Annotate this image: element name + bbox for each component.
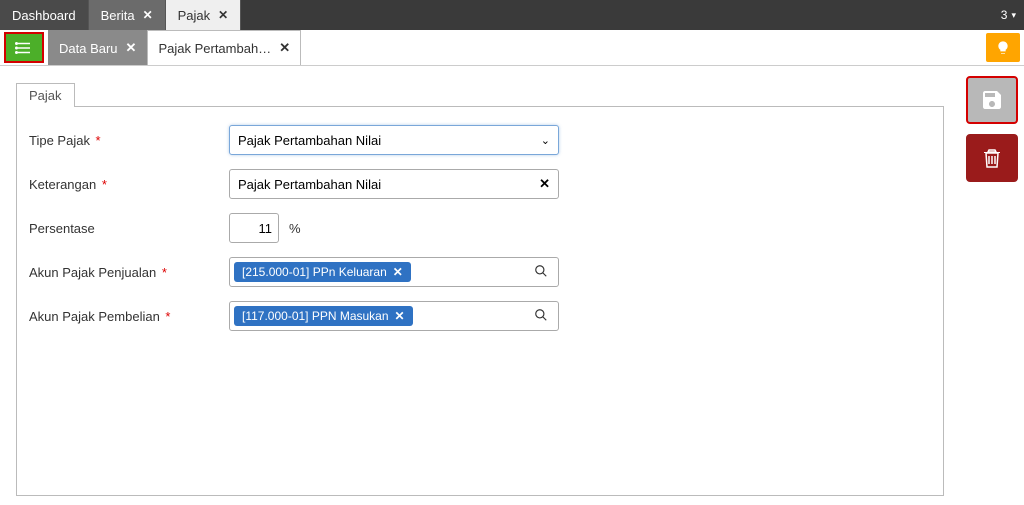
action-sidebar bbox=[960, 66, 1024, 505]
label-akun-pembelian: Akun Pajak Pembelian * bbox=[29, 309, 229, 324]
input-keterangan-value: Pajak Pertambahan Nilai bbox=[238, 177, 381, 192]
input-persentase-value: 11 bbox=[259, 221, 273, 236]
save-icon bbox=[980, 88, 1004, 112]
label-akun-penjualan: Akun Pajak Penjualan * bbox=[29, 265, 229, 280]
required-mark: * bbox=[158, 265, 167, 280]
close-icon[interactable]: ✕ bbox=[279, 40, 290, 56]
panel-tab-pajak[interactable]: Pajak bbox=[16, 83, 75, 107]
tab-berita-label: Berita bbox=[101, 8, 135, 23]
select-tipe-pajak[interactable]: Pajak Pertambahan Nilai ⌄ bbox=[229, 125, 559, 155]
panel-tab-label: Pajak bbox=[29, 88, 62, 103]
sub-toolbar: Data Baru ✕ Pajak Pertambah… ✕ bbox=[0, 30, 1024, 66]
chip-remove-icon[interactable]: ✕ bbox=[395, 309, 405, 323]
chevron-down-icon: ⌄ bbox=[541, 134, 550, 147]
delete-button[interactable] bbox=[966, 134, 1018, 182]
subtab-data-baru-label: Data Baru bbox=[59, 41, 118, 56]
label-akun-pembelian-text: Akun Pajak Pembelian bbox=[29, 309, 160, 324]
input-keterangan[interactable]: Pajak Pertambahan Nilai ✕ bbox=[229, 169, 559, 199]
row-keterangan: Keterangan * Pajak Pertambahan Nilai ✕ bbox=[29, 169, 931, 199]
percent-unit: % bbox=[289, 221, 301, 236]
top-tab-strip: Dashboard Berita ✕ Pajak ✕ 3 ▾ bbox=[0, 0, 1024, 30]
lookup-akun-pembelian[interactable]: [117.000-01] PPN Masukan ✕ bbox=[229, 301, 559, 331]
tab-berita[interactable]: Berita ✕ bbox=[89, 0, 166, 30]
search-icon[interactable] bbox=[534, 264, 548, 281]
tab-dashboard[interactable]: Dashboard bbox=[0, 0, 89, 30]
lightbulb-icon bbox=[995, 40, 1011, 56]
main-area: Pajak Tipe Pajak * Pajak Pertambahan Nil… bbox=[0, 66, 1024, 505]
hint-button[interactable] bbox=[986, 33, 1020, 62]
list-icon bbox=[15, 39, 33, 57]
save-button[interactable] bbox=[966, 76, 1018, 124]
chip-akun-pembelian: [117.000-01] PPN Masukan ✕ bbox=[234, 306, 413, 326]
select-tipe-pajak-value: Pajak Pertambahan Nilai bbox=[238, 133, 381, 148]
close-icon[interactable]: ✕ bbox=[126, 40, 137, 56]
tab-count-value: 3 bbox=[1001, 8, 1008, 22]
panel-tabs: Pajak bbox=[16, 82, 944, 106]
chip-akun-pembelian-text: [117.000-01] PPN Masukan bbox=[242, 309, 389, 323]
row-tipe-pajak: Tipe Pajak * Pajak Pertambahan Nilai ⌄ bbox=[29, 125, 931, 155]
input-persentase[interactable]: 11 bbox=[229, 213, 279, 243]
search-icon[interactable] bbox=[534, 308, 548, 325]
list-menu-button[interactable] bbox=[4, 32, 44, 63]
row-akun-penjualan: Akun Pajak Penjualan * [215.000-01] PPn … bbox=[29, 257, 931, 287]
lookup-akun-penjualan[interactable]: [215.000-01] PPn Keluaran ✕ bbox=[229, 257, 559, 287]
tab-pajak-label: Pajak bbox=[178, 8, 211, 23]
tab-count[interactable]: 3 ▾ bbox=[1001, 0, 1024, 30]
close-icon[interactable]: ✕ bbox=[218, 8, 228, 22]
form-panel: Tipe Pajak * Pajak Pertambahan Nilai ⌄ K… bbox=[16, 106, 944, 496]
close-icon[interactable]: ✕ bbox=[143, 8, 153, 22]
label-akun-penjualan-text: Akun Pajak Penjualan bbox=[29, 265, 156, 280]
clear-icon[interactable]: ✕ bbox=[539, 176, 550, 192]
label-tipe-pajak: Tipe Pajak * bbox=[29, 133, 229, 148]
chevron-down-icon: ▾ bbox=[1011, 10, 1016, 21]
tab-dashboard-label: Dashboard bbox=[12, 8, 76, 23]
chip-remove-icon[interactable]: ✕ bbox=[393, 265, 403, 279]
label-keterangan-text: Keterangan bbox=[29, 177, 96, 192]
label-tipe-pajak-text: Tipe Pajak bbox=[29, 133, 90, 148]
chip-akun-penjualan: [215.000-01] PPn Keluaran ✕ bbox=[234, 262, 411, 282]
form-panel-wrap: Pajak Tipe Pajak * Pajak Pertambahan Nil… bbox=[8, 74, 952, 497]
subtab-data-baru[interactable]: Data Baru ✕ bbox=[48, 30, 147, 65]
label-persentase: Persentase bbox=[29, 221, 229, 236]
required-mark: * bbox=[162, 309, 171, 324]
row-persentase: Persentase 11 % bbox=[29, 213, 931, 243]
trash-icon bbox=[980, 146, 1004, 170]
required-mark: * bbox=[92, 133, 101, 148]
label-persentase-text: Persentase bbox=[29, 221, 95, 236]
chip-akun-penjualan-text: [215.000-01] PPn Keluaran bbox=[242, 265, 387, 279]
subtab-pajak-detail[interactable]: Pajak Pertambah… ✕ bbox=[147, 30, 301, 65]
subtab-pajak-detail-label: Pajak Pertambah… bbox=[158, 41, 271, 56]
required-mark: * bbox=[98, 177, 107, 192]
label-keterangan: Keterangan * bbox=[29, 177, 229, 192]
tab-pajak[interactable]: Pajak ✕ bbox=[166, 0, 242, 30]
row-akun-pembelian: Akun Pajak Pembelian * [117.000-01] PPN … bbox=[29, 301, 931, 331]
